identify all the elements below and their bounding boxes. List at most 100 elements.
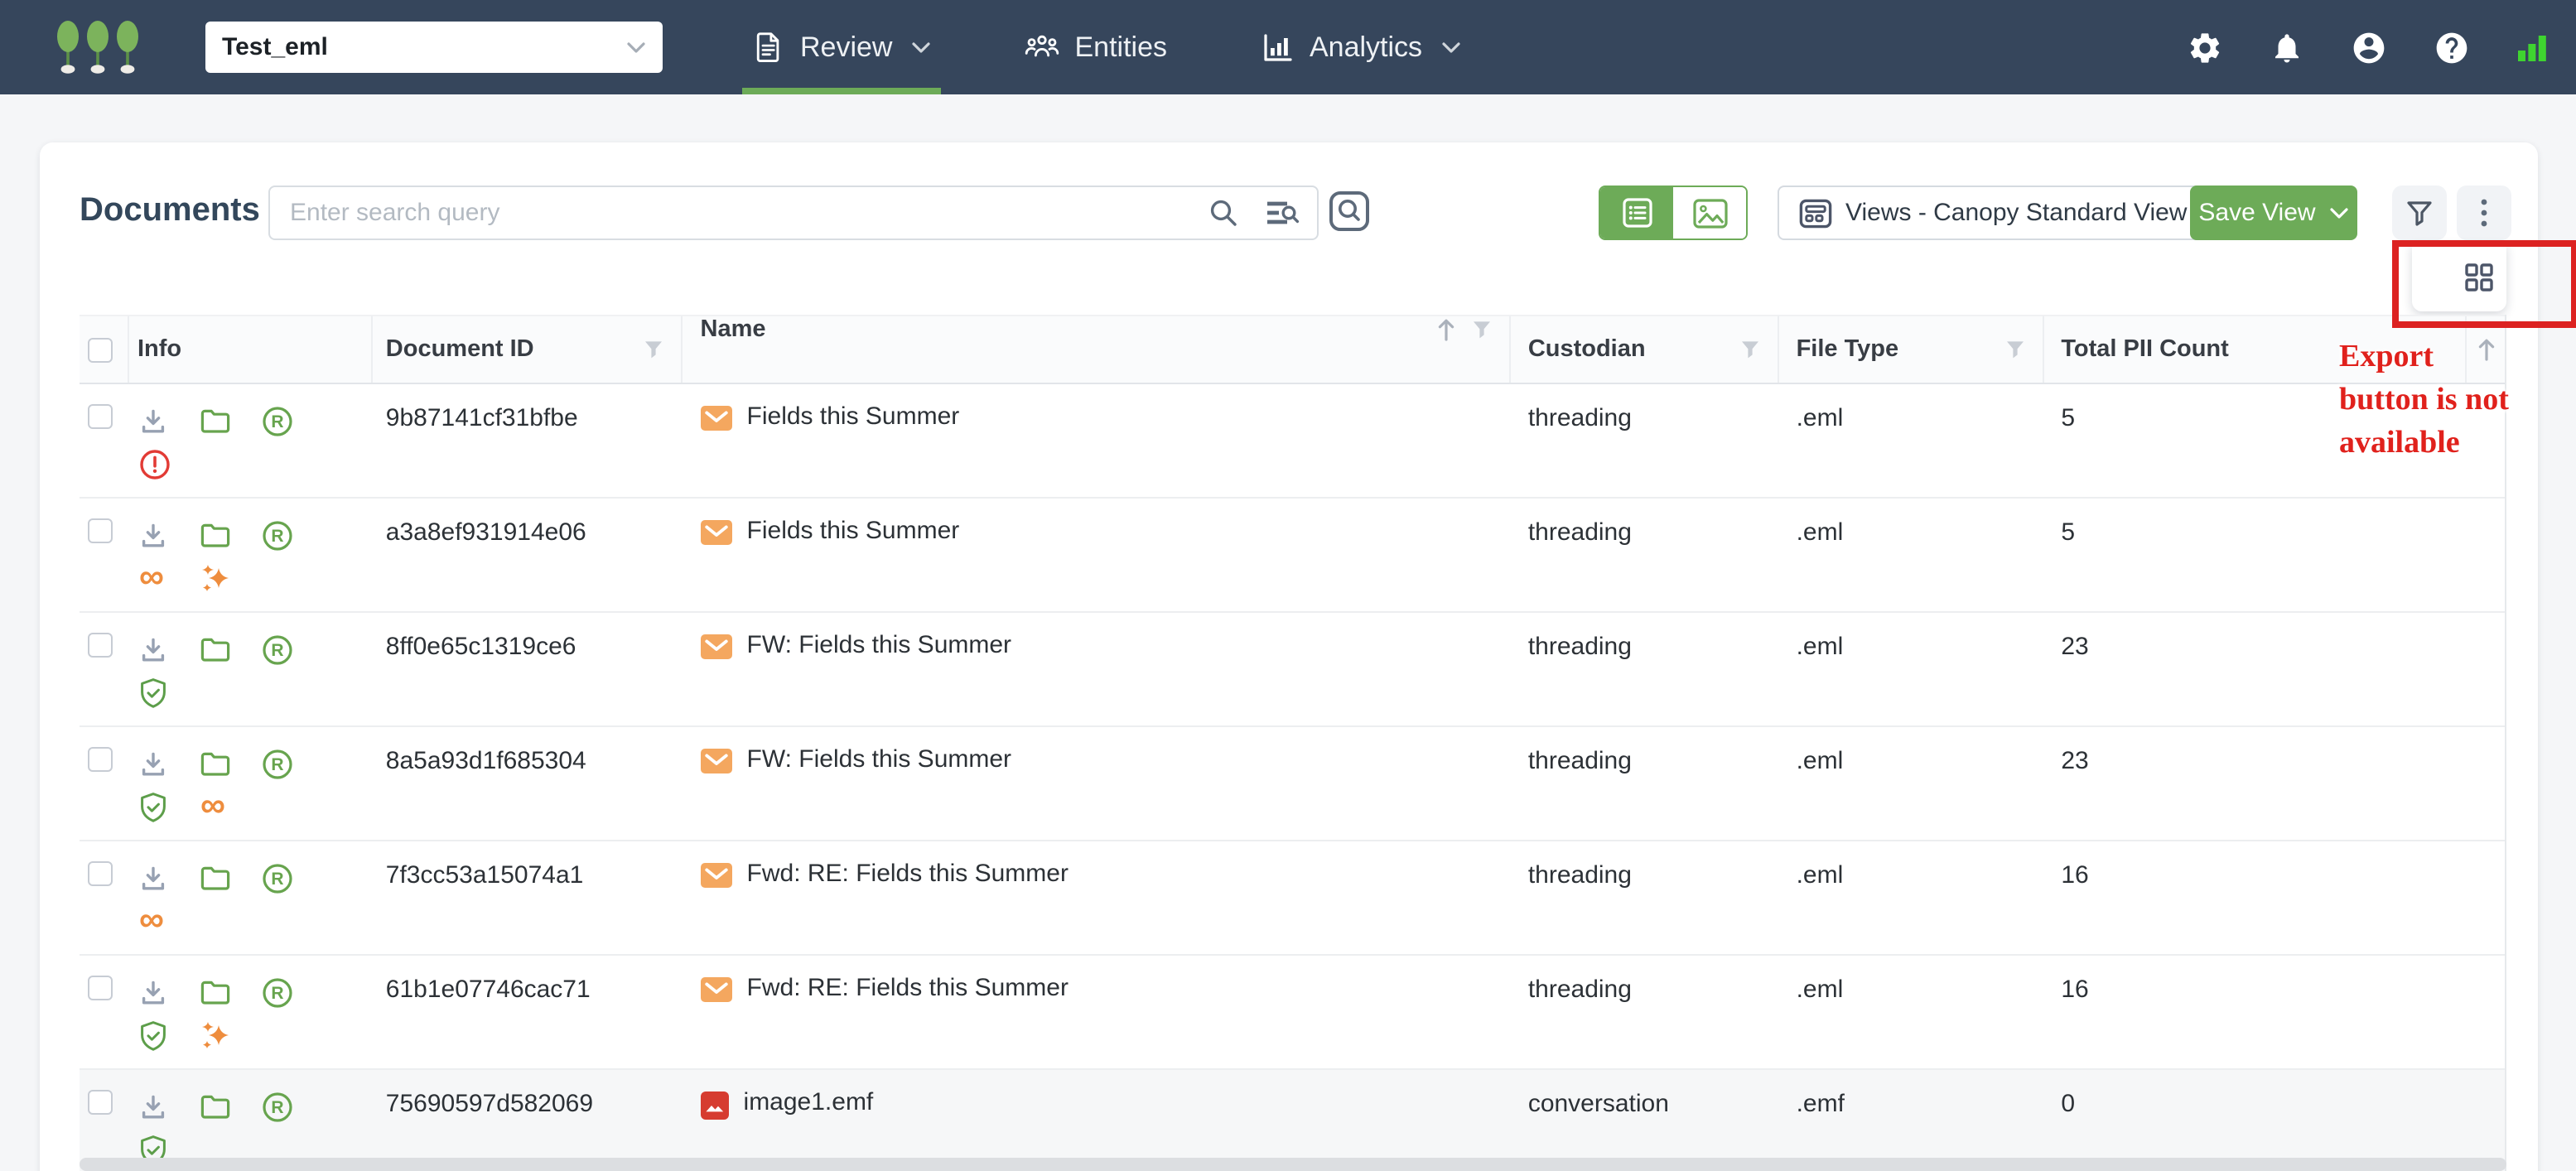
document-name[interactable]: Fields this Summer (747, 518, 960, 545)
advanced-search-icon[interactable] (1266, 198, 1300, 228)
views-selector-button[interactable]: Views - Canopy Standard View (1778, 186, 2208, 240)
document-name[interactable]: FW: Fields this Summer (747, 633, 1012, 659)
boxed-search-icon[interactable] (1329, 190, 1370, 232)
info-cell: R (129, 956, 373, 1068)
folder-icon (200, 523, 262, 547)
account-user-icon[interactable] (2351, 29, 2387, 65)
row-checkbox[interactable] (88, 1090, 113, 1115)
horizontal-scrollbar[interactable] (80, 1158, 2506, 1171)
settings-gear-icon[interactable] (2187, 29, 2223, 65)
project-selector-value: Test_eml (222, 33, 328, 61)
help-icon[interactable] (2434, 29, 2470, 65)
tab-review[interactable]: Review (742, 0, 941, 94)
thread-link-icon: ∞ (200, 795, 262, 818)
tab-label: Entities (1075, 31, 1168, 64)
svg-text:R: R (271, 1097, 283, 1116)
table-view-button[interactable] (1600, 187, 1673, 239)
table-row[interactable]: R ∞ 8a5a93d1f685304 FW: Fields this Summ… (80, 727, 2505, 841)
navbar-actions (2187, 29, 2576, 65)
document-id: 7f3cc53a15074a1 (386, 861, 584, 889)
download-icon (139, 635, 200, 663)
pii-count-value: 23 (2061, 747, 2088, 775)
filter-funnel-icon (2404, 197, 2435, 229)
row-checkbox[interactable] (88, 633, 113, 658)
filter-funnel-icon[interactable] (643, 339, 664, 360)
save-view-button[interactable]: Save View (2190, 186, 2357, 240)
column-header-info[interactable]: Info (129, 316, 373, 383)
row-checkbox[interactable] (88, 747, 113, 772)
sparkles-icon (200, 1020, 262, 1050)
folder-icon (200, 751, 262, 776)
file-type-value: .eml (1797, 747, 1844, 775)
notifications-bell-icon[interactable] (2270, 29, 2304, 65)
main-nav: Review Entities Analytics (742, 0, 1543, 94)
table-row[interactable]: R ∞ a3a8ef931914e06 Fields this Summer t… (80, 499, 2505, 613)
registered-icon: R (262, 1091, 323, 1122)
table-row[interactable]: R 61b1e07746cac71 Fwd: RE: Fields this S… (80, 956, 2505, 1070)
folder-icon (200, 408, 262, 433)
file-type-value: .eml (1797, 404, 1844, 432)
review-document-icon (752, 30, 785, 65)
kebab-menu-icon (2480, 197, 2488, 229)
sort-ascending-icon[interactable] (1435, 316, 1459, 343)
row-checkbox[interactable] (88, 518, 113, 543)
info-cell: R ∞ (129, 841, 373, 954)
document-id: 75690597d582069 (386, 1090, 593, 1118)
analytics-chart-icon (1260, 31, 1295, 64)
table-row[interactable]: R 8ff0e65c1319ce6 FW: Fields this Summer… (80, 613, 2505, 727)
table-row[interactable]: R ∞ 7f3cc53a15074a1 Fwd: RE: Fields this… (80, 841, 2505, 956)
more-options-button[interactable] (2457, 186, 2511, 240)
filter-funnel-icon[interactable] (1740, 339, 1762, 360)
registered-icon: R (262, 405, 323, 436)
email-icon (701, 518, 732, 545)
download-icon (139, 1092, 200, 1120)
info-cell: R (129, 384, 373, 497)
filter-funnel-icon[interactable] (2004, 339, 2026, 360)
pii-count-value: 0 (2061, 1090, 2075, 1118)
tab-entities[interactable]: Entities (1014, 0, 1178, 94)
views-selector-label: Views - Canopy Standard View (1845, 199, 2187, 227)
document-name[interactable]: FW: Fields this Summer (747, 747, 1012, 773)
column-header-document-id[interactable]: Document ID (373, 316, 683, 383)
thread-link-icon: ∞ (139, 566, 200, 590)
table-row[interactable]: R 75690597d582069 image1.emf conversatio… (80, 1070, 2505, 1171)
chevron-down-icon (1440, 41, 1460, 54)
status-bars-icon[interactable] (2516, 31, 2548, 63)
page-title: Documents (80, 192, 260, 230)
row-checkbox[interactable] (88, 976, 113, 1000)
download-icon (139, 864, 200, 892)
email-icon (701, 633, 732, 659)
search-input[interactable] (287, 197, 1194, 229)
custodian-value: threading (1528, 518, 1632, 547)
row-checkbox[interactable] (88, 404, 113, 429)
select-all-checkbox[interactable] (88, 337, 113, 362)
file-type-value: .eml (1797, 976, 1844, 1004)
project-selector[interactable]: Test_eml (205, 22, 663, 73)
file-type-value: .emf (1797, 1090, 1845, 1118)
image-view-button[interactable] (1673, 187, 1746, 239)
column-header-custodian[interactable]: Custodian (1512, 316, 1780, 383)
pii-count-value: 5 (2061, 518, 2075, 547)
table-row[interactable]: R 9b87141cf31bfbe Fields this Summer thr… (80, 384, 2505, 499)
columns-popover[interactable] (2412, 243, 2506, 311)
image-view-icon (1692, 198, 1727, 228)
document-name[interactable]: Fwd: RE: Fields this Summer (747, 976, 1069, 1002)
file-type-value: .eml (1797, 633, 1844, 661)
row-checkbox[interactable] (88, 861, 113, 886)
filter-funnel-icon[interactable] (1472, 319, 1493, 340)
document-name[interactable]: Fields this Summer (747, 404, 960, 431)
custodian-value: threading (1528, 404, 1632, 432)
filter-button[interactable] (2392, 186, 2447, 240)
document-name[interactable]: image1.emf (744, 1090, 874, 1116)
annotation-text: Export button is not available (2339, 336, 2554, 465)
column-header-name[interactable]: Name (683, 316, 1512, 383)
document-name[interactable]: Fwd: RE: Fields this Summer (747, 861, 1069, 888)
shield-check-icon (139, 1019, 200, 1051)
document-id: a3a8ef931914e06 (386, 518, 586, 547)
pii-count-value: 5 (2061, 404, 2075, 432)
shield-check-icon (139, 791, 200, 822)
search-icon[interactable] (1208, 197, 1239, 229)
chevron-down-icon (2329, 206, 2349, 219)
column-header-file-type[interactable]: File Type (1780, 316, 2045, 383)
tab-analytics[interactable]: Analytics (1250, 0, 1470, 94)
